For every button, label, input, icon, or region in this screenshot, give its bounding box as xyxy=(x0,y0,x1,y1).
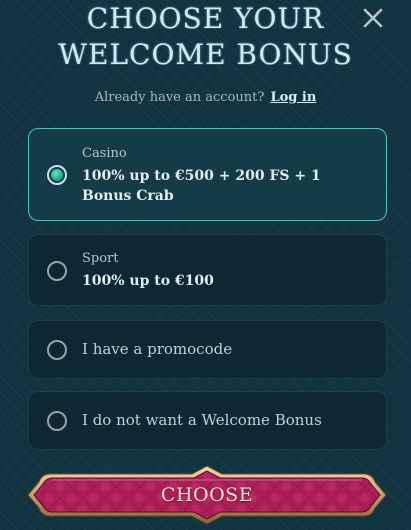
choose-button-label: Choose xyxy=(160,484,254,506)
option-category: Casino xyxy=(82,146,127,161)
login-link[interactable]: Log in xyxy=(270,90,316,105)
close-button[interactable] xyxy=(359,4,387,32)
radio-selected-dot xyxy=(51,169,63,181)
account-prompt-text: Already have an account? xyxy=(94,90,265,105)
option-description: 100% up to €100 xyxy=(82,273,214,289)
option-label: I have a promocode xyxy=(82,340,233,358)
option-category: Sport xyxy=(82,251,119,266)
choose-button[interactable]: Choose xyxy=(26,464,388,526)
title-line-1: Choose your xyxy=(86,2,325,35)
bonus-option-sport[interactable]: Sport 100% up to €100 xyxy=(28,234,387,306)
close-icon xyxy=(363,8,383,28)
bonus-option-promocode[interactable]: I have a promocode xyxy=(28,320,387,379)
account-prompt-row: Already have an account? Log in xyxy=(0,90,411,105)
radio-sport[interactable] xyxy=(47,261,67,281)
bonus-option-casino[interactable]: Casino 100% up to €500 + 200 FS + 1 Bonu… xyxy=(28,128,387,221)
radio-casino[interactable] xyxy=(47,165,67,185)
option-label: I do not want a Welcome Bonus xyxy=(82,411,322,429)
radio-no-bonus[interactable] xyxy=(47,411,67,431)
title-line-2: Welcome Bonus xyxy=(58,38,353,71)
bonus-option-none[interactable]: I do not want a Welcome Bonus xyxy=(28,391,387,450)
option-description: 100% up to €500 + 200 FS + 1 Bonus Crab xyxy=(82,168,321,204)
radio-promocode[interactable] xyxy=(47,340,67,360)
